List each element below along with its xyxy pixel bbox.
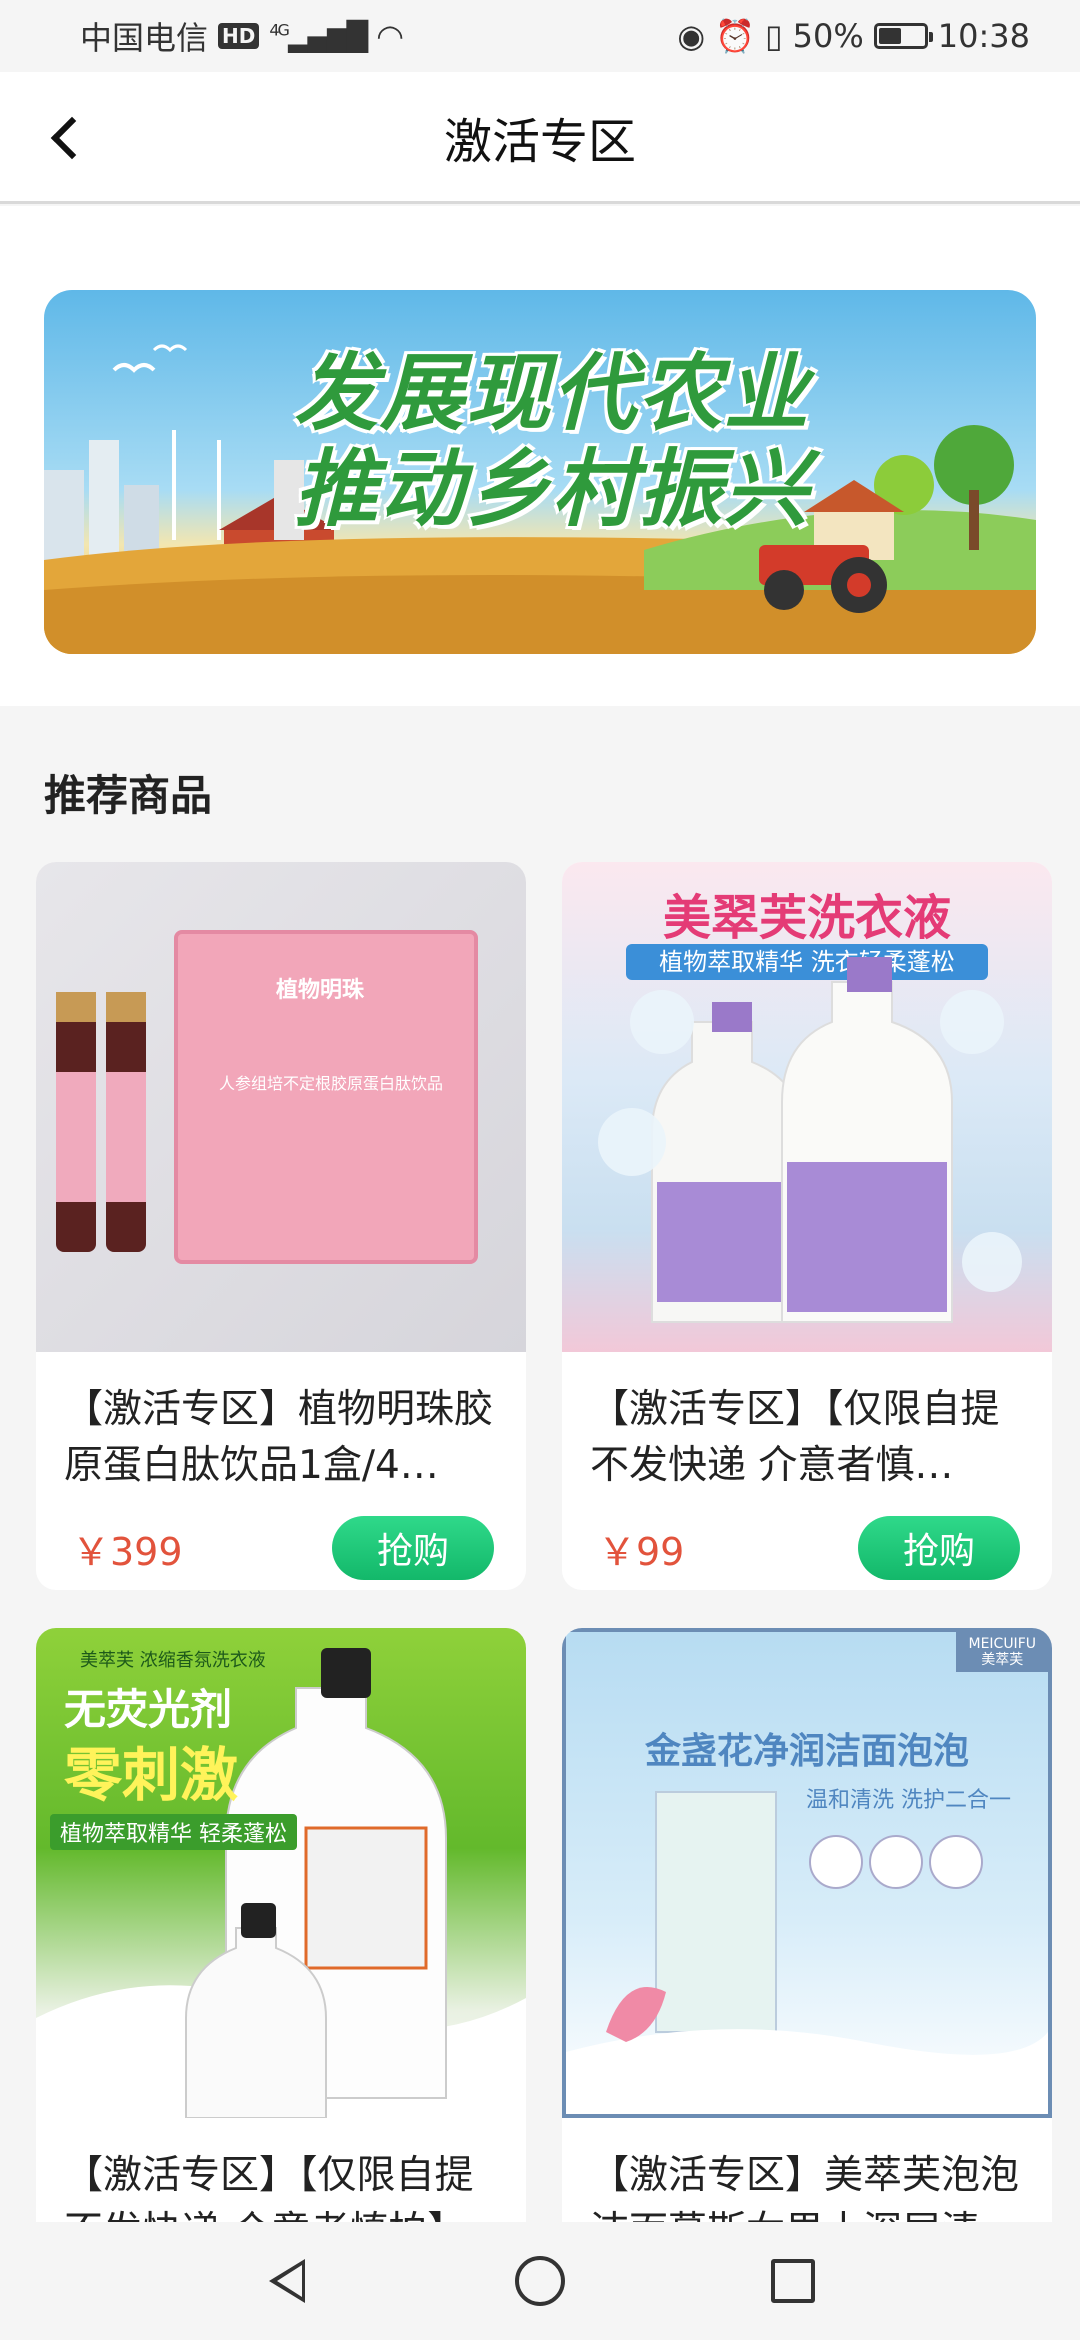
nav-recents-button[interactable] xyxy=(753,2241,833,2321)
alarm-icon: ⏰ xyxy=(715,17,756,55)
battery-percent: 50% xyxy=(792,17,864,55)
back-button[interactable] xyxy=(30,102,102,174)
product-image[interactable]: 美翠芙洗衣液 植物萃取精华 洗衣轻柔蓬松 xyxy=(562,862,1052,1352)
triangle-back-icon xyxy=(268,2259,305,2303)
clock: 10:38 xyxy=(937,17,1030,55)
hd-badge: HD xyxy=(218,23,260,49)
image-tag: 植物萃取精华 轻柔蓬松 xyxy=(50,1814,297,1850)
image-headline-2: 零刺激 xyxy=(64,1741,239,1809)
product-name[interactable]: 【激活专区】植物明珠胶原蛋白肽饮品1盒/4… xyxy=(36,1352,526,1494)
chevron-left-icon xyxy=(50,116,94,160)
carrier-label: 中国电信 xyxy=(80,19,209,57)
battery-icon xyxy=(873,23,933,49)
image-top-text: 美萃芙 浓缩香氛洗衣液 xyxy=(80,1650,266,1671)
vibrate-icon: ▯ xyxy=(765,17,783,55)
banner-section: 发展现代农业 推动乡村振兴 xyxy=(0,206,1080,706)
signal-icon: 4G▂▄▆█ xyxy=(269,19,368,53)
buy-button[interactable]: 抢购 xyxy=(858,1516,1020,1580)
system-nav-bar xyxy=(0,2222,1080,2340)
product-photo xyxy=(566,1791,1048,2114)
product-price: ￥399 xyxy=(72,1529,183,1574)
promo-banner[interactable]: 发展现代农业 推动乡村振兴 xyxy=(44,290,1036,654)
product-image[interactable]: MEICUIFU 美萃芙 金盏花净润洁面泡泡 温和清洗 洗护二合一 xyxy=(562,1628,1052,2118)
wifi-icon: ◠ xyxy=(376,17,404,55)
square-recents-icon xyxy=(771,2259,816,2303)
product-name[interactable]: 【激活专区】【仅限自提不发快递 介意者慎拍】… xyxy=(562,1352,1052,1494)
status-bar: 中国电信 HD 4G▂▄▆█ ◠ ◉ ⏰ ▯ 50% 10:38 xyxy=(0,0,1080,72)
image-brand: 植物明珠 xyxy=(276,978,365,1003)
product-image[interactable]: 植物明珠 人参组培不定根胶原蛋白肽饮品 xyxy=(36,862,526,1352)
eye-icon: ◉ xyxy=(677,17,706,55)
section-title: 推荐商品 xyxy=(44,771,213,820)
image-desc: 人参组培不定根胶原蛋白肽饮品 xyxy=(218,1074,443,1093)
product-photo xyxy=(56,930,478,1264)
product-image[interactable]: 美萃芙 浓缩香氛洗衣液 无荧光剂 零刺激 植物萃取精华 轻柔蓬松 xyxy=(36,1628,526,2118)
app-header: 激活专区 xyxy=(0,72,1080,204)
nav-home-button[interactable] xyxy=(500,2241,580,2321)
product-price: ￥99 xyxy=(598,1529,685,1574)
circle-home-icon xyxy=(514,2256,565,2306)
nav-back-button[interactable] xyxy=(247,2241,327,2321)
buy-button[interactable]: 抢购 xyxy=(332,1516,494,1580)
network-label: 4G xyxy=(269,20,290,40)
product-photo xyxy=(598,957,1022,1323)
page-title: 激活专区 xyxy=(443,113,636,170)
banner-headline-2: 推动乡村振兴 xyxy=(294,439,811,538)
product-card[interactable]: 植物明珠 人参组培不定根胶原蛋白肽饮品 【激活专区】植物明珠胶原蛋白肽饮品1盒/… xyxy=(36,862,526,1590)
product-card[interactable]: 美翠芙洗衣液 植物萃取精华 洗衣轻柔蓬松 【激活专区】【仅限自提不发快递 介意者… xyxy=(562,862,1052,1590)
